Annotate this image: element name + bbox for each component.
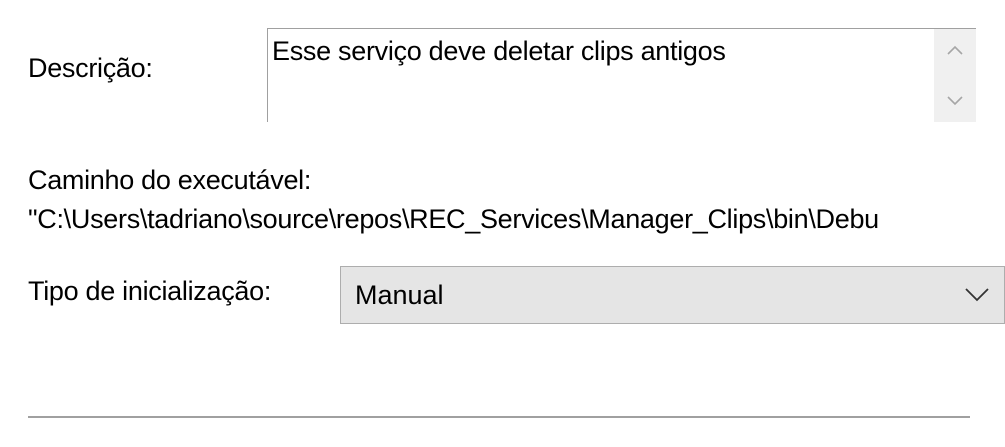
executable-path-label: Caminho do executável: [28,165,312,195]
divider [28,416,970,418]
scroll-up-button[interactable] [934,29,976,71]
chevron-down-icon [965,288,989,302]
executable-path-value: "C:\Users\tadriano\source\repos\REC_Serv… [28,204,879,234]
chevron-down-icon [947,96,963,106]
startup-type-label: Tipo de inicialização: [28,276,272,306]
startup-type-value: Manual [355,280,444,310]
chevron-up-icon [947,45,963,55]
description-text: Esse serviço deve deletar clips antigos [272,36,726,66]
description-textarea[interactable]: Esse serviço deve deletar clips antigos [267,28,976,122]
scroll-down-button[interactable] [934,80,976,122]
description-label: Descrição: [28,53,153,83]
description-scrollbar[interactable] [934,29,976,122]
startup-type-select[interactable]: Manual [340,266,1005,324]
